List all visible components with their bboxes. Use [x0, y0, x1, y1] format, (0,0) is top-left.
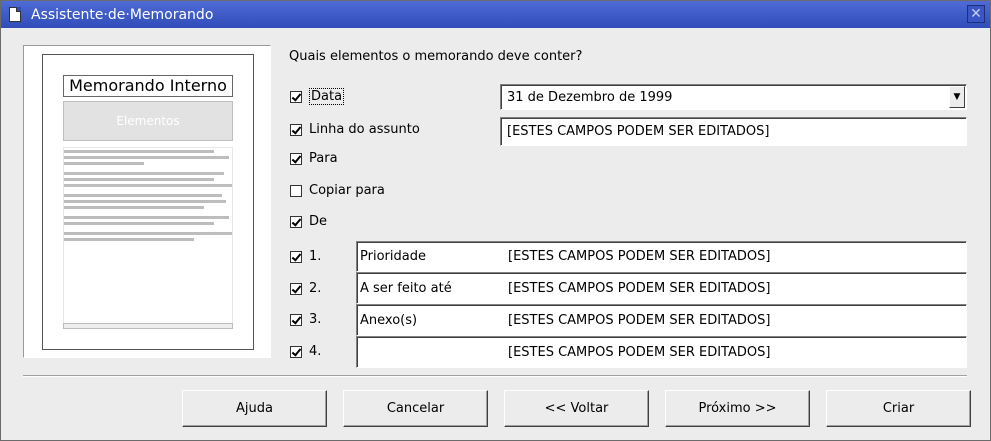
preview-line	[64, 178, 214, 181]
checkbox-num-1[interactable]	[290, 250, 302, 263]
title-bar: Assistente·de·Memorando ✕	[1, 1, 990, 28]
option-num-2-label: 2.	[309, 281, 322, 296]
option-to-label: Para	[309, 151, 338, 166]
option-num-4[interactable]: 4.	[290, 344, 321, 359]
option-to[interactable]: Para	[290, 151, 338, 166]
checkbox-from[interactable]	[290, 215, 302, 228]
checkbox-num-2[interactable]	[290, 282, 302, 295]
subject-field[interactable]: [ESTES CAMPOS PODEM SER EDITADOS]	[500, 117, 967, 146]
option-num-3-label: 3.	[309, 312, 322, 327]
preview-line	[64, 156, 229, 159]
checkbox-to[interactable]	[290, 152, 302, 165]
checkbox-num-4[interactable]	[290, 345, 302, 358]
next-button[interactable]: Próximo >>	[665, 390, 810, 427]
custom-field-3[interactable]: Anexo(s) [ESTES CAMPOS PODEM SER EDITADO…	[356, 304, 967, 336]
date-select[interactable]: 31 de Dezembro de 1999 ▼	[500, 84, 967, 110]
option-num-3[interactable]: 3.	[290, 312, 321, 327]
create-button[interactable]: Criar	[826, 390, 971, 427]
option-num-2[interactable]: 2.	[290, 281, 321, 296]
memo-preview: Memorando Interno Elementos	[23, 45, 271, 358]
separator	[23, 375, 967, 377]
custom-field-4[interactable]: [ESTES CAMPOS PODEM SER EDITADOS]	[356, 336, 967, 368]
custom-field-2-value: [ESTES CAMPOS PODEM SER EDITADOS]	[508, 280, 771, 296]
preview-line	[64, 216, 229, 219]
back-button[interactable]: << Voltar	[504, 390, 649, 427]
custom-field-3-value: [ESTES CAMPOS PODEM SER EDITADOS]	[508, 312, 771, 328]
preview-title: Memorando Interno	[63, 75, 233, 97]
preview-line	[64, 162, 144, 165]
memo-wizard-window: Assistente·de·Memorando ✕ Memorando Inte…	[0, 0, 991, 441]
preview-line	[64, 222, 214, 225]
chevron-down-icon[interactable]: ▼	[949, 86, 965, 108]
option-subject-label: Linha do assunto	[309, 122, 420, 137]
option-subject[interactable]: Linha do assunto	[290, 122, 420, 137]
question-label: Quais elementos o memorando deve conter?	[289, 49, 583, 64]
custom-field-2-label: A ser feito até	[360, 280, 452, 296]
option-num-1[interactable]: 1.	[290, 249, 321, 264]
custom-field-4-value: [ESTES CAMPOS PODEM SER EDITADOS]	[508, 344, 771, 360]
preview-line	[64, 184, 232, 187]
custom-field-1[interactable]: Prioridade [ESTES CAMPOS PODEM SER EDITA…	[356, 241, 967, 272]
preview-footer	[63, 323, 233, 329]
close-button[interactable]: ✕	[967, 5, 985, 23]
checkbox-num-3[interactable]	[290, 313, 302, 326]
date-select-value: 31 de Dezembro de 1999	[507, 89, 673, 105]
preview-line	[64, 232, 232, 235]
window-title: Assistente·de·Memorando	[31, 6, 214, 23]
document-icon	[9, 7, 21, 22]
custom-field-2[interactable]: A ser feito até [ESTES CAMPOS PODEM SER …	[356, 272, 967, 304]
option-num-4-label: 4.	[309, 344, 322, 359]
cancel-button[interactable]: Cancelar	[343, 390, 488, 427]
custom-field-3-label: Anexo(s)	[360, 312, 418, 328]
preview-elements-block: Elementos	[63, 101, 233, 141]
custom-field-1-label: Prioridade	[360, 249, 426, 264]
option-copy-to-label: Copiar para	[309, 183, 385, 198]
preview-line	[64, 238, 194, 241]
checkbox-data[interactable]	[290, 90, 302, 103]
option-data[interactable]: Data	[290, 88, 345, 105]
preview-line	[64, 200, 226, 203]
help-button[interactable]: Ajuda	[182, 390, 327, 427]
option-copy-to[interactable]: Copiar para	[290, 183, 385, 198]
option-from-label: De	[309, 214, 328, 229]
preview-page: Memorando Interno Elementos	[42, 54, 254, 350]
preview-line	[64, 206, 204, 209]
option-from[interactable]: De	[290, 214, 327, 229]
subject-field-value: [ESTES CAMPOS PODEM SER EDITADOS]	[507, 124, 770, 139]
option-data-label: Data	[309, 88, 345, 105]
checkbox-copy-to[interactable]	[290, 184, 302, 197]
preview-line	[64, 194, 222, 197]
preview-line	[64, 150, 214, 153]
custom-field-1-value: [ESTES CAMPOS PODEM SER EDITADOS]	[508, 249, 771, 264]
preview-text-lines	[63, 147, 233, 327]
option-num-1-label: 1.	[309, 249, 322, 264]
checkbox-subject[interactable]	[290, 123, 302, 136]
preview-line	[64, 172, 224, 175]
